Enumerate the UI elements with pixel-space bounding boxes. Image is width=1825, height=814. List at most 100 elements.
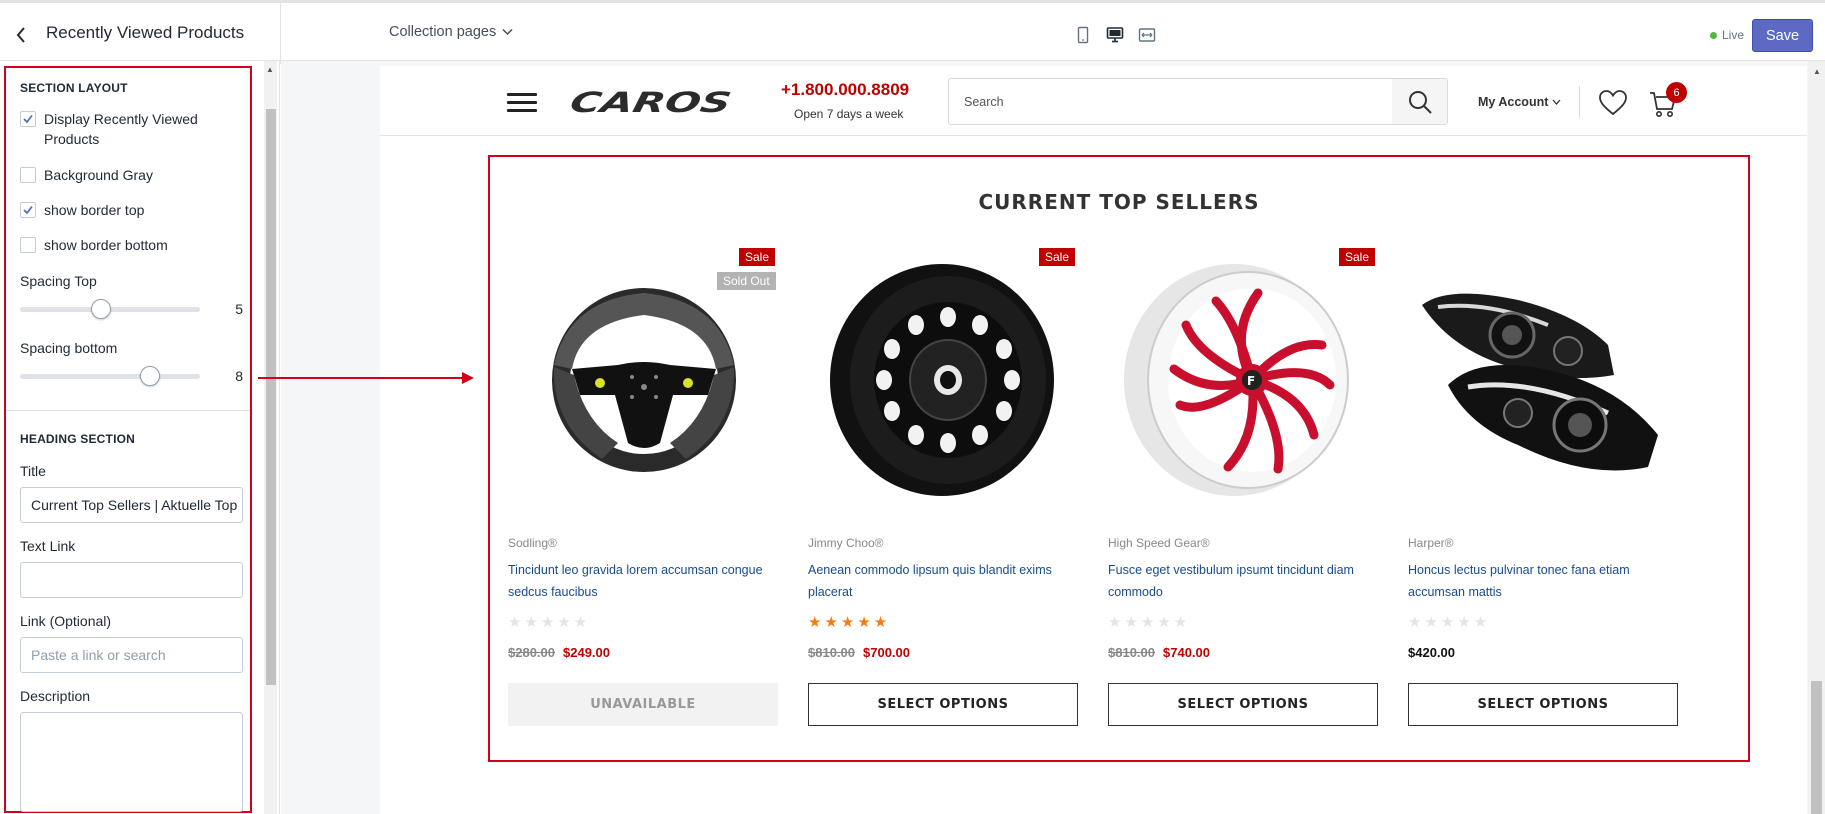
full-width-view-icon[interactable] xyxy=(1136,23,1158,47)
section-layout-heading: SECTION LAYOUT xyxy=(20,81,128,95)
cart-count-badge: 6 xyxy=(1666,82,1687,103)
star-icon: ★★★★★ xyxy=(808,614,891,631)
star-icon: ★★★★★ xyxy=(1108,614,1191,631)
live-dot-icon xyxy=(1710,31,1717,39)
store-search-input[interactable] xyxy=(948,78,1448,125)
star-icon: ★★★★★ xyxy=(1408,614,1491,631)
spacing-top-label: Spacing Top xyxy=(20,273,97,289)
product-title-link[interactable]: Honcus lectus pulvinar tonec fana etiam … xyxy=(1408,559,1678,603)
sale-badge: Sale xyxy=(1339,248,1376,266)
menu-icon[interactable] xyxy=(507,93,537,113)
editor-topbar: Recently Viewed Products Collection page… xyxy=(0,0,1825,66)
slider-track xyxy=(20,374,200,379)
product-image-steel-wheel[interactable] xyxy=(808,245,1080,515)
description-label: Description xyxy=(20,688,91,704)
page-type-label: Collection pages xyxy=(389,24,497,40)
back-arrow-icon[interactable] xyxy=(14,25,28,45)
product-price: $810.00 $740.00 xyxy=(1108,645,1210,660)
desktop-view-icon[interactable] xyxy=(1098,23,1132,66)
checkbox-display-recently-viewed[interactable]: Display Recently Viewed Products xyxy=(20,109,240,149)
page-type-select[interactable]: Collection pages xyxy=(389,24,513,40)
slider-thumb[interactable] xyxy=(91,299,111,319)
product-rating: ★★★★★ xyxy=(508,613,590,631)
product-card: F Sale High Speed Gear® Fusce eget vesti… xyxy=(1108,245,1380,745)
spacing-bottom-slider[interactable] xyxy=(20,366,200,386)
wishlist-heart-icon[interactable] xyxy=(1598,89,1628,117)
settings-panel: ▲ SECTION LAYOUT Display Recently Viewed… xyxy=(0,61,280,814)
sale-price: $740.00 xyxy=(1163,645,1210,660)
compare-price: $280.00 xyxy=(508,645,555,660)
checkmark-icon xyxy=(23,114,33,124)
unavailable-button: UNAVAILABLE xyxy=(508,683,778,726)
checkbox-border-bottom[interactable]: show border bottom xyxy=(20,235,240,255)
product-rating: ★★★★★ xyxy=(1108,613,1190,631)
checkbox-label: show border top xyxy=(44,202,145,218)
product-rating: ★★★★★ xyxy=(808,613,890,631)
product-vendor: Jimmy Choo® xyxy=(808,536,884,550)
rim-logo-glyph: F xyxy=(1247,374,1255,388)
store-logo-text: CAROS xyxy=(568,87,734,117)
scroll-up-icon[interactable]: ▲ xyxy=(1813,67,1821,76)
store-phone[interactable]: +1.800.000.8809 xyxy=(781,80,909,100)
preview-scrollbar[interactable]: ▲ xyxy=(1808,61,1825,814)
title-label: Title xyxy=(20,463,46,479)
checkbox-display-recently-viewed-box[interactable] xyxy=(20,111,36,127)
chevron-down-icon xyxy=(502,28,513,36)
checkbox-border-bottom-box[interactable] xyxy=(20,237,36,253)
section-title: CURRENT TOP SELLERS xyxy=(978,190,1260,214)
my-account-label: My Account xyxy=(1478,95,1549,109)
product-card: Harper® Honcus lectus pulvinar tonec fan… xyxy=(1408,245,1680,745)
sale-price: $249.00 xyxy=(563,645,610,660)
scroll-up-icon[interactable]: ▲ xyxy=(266,65,274,74)
divider xyxy=(1579,86,1580,118)
product-card: Sale Jimmy Choo® Aenean commodo lipsum q… xyxy=(808,245,1080,745)
mobile-view-icon[interactable] xyxy=(1072,23,1094,47)
select-options-button[interactable]: SELECT OPTIONS xyxy=(808,683,1078,726)
spacing-bottom-label: Spacing bottom xyxy=(20,340,118,356)
device-switcher xyxy=(1072,23,1158,66)
slider-thumb[interactable] xyxy=(139,366,160,386)
product-price: $280.00 $249.00 xyxy=(508,645,610,660)
annotation-arrow-icon xyxy=(258,372,474,384)
product-title-link[interactable]: Fusce eget vestibulum ipsumt tincidunt d… xyxy=(1108,559,1378,603)
preview-scrollbar-thumb[interactable] xyxy=(1811,681,1822,814)
product-image-red-rim[interactable]: F xyxy=(1108,245,1380,515)
divider xyxy=(280,3,281,64)
regular-price: $420.00 xyxy=(1408,645,1455,660)
product-card: Sale Sold Out Sodling® Tincidunt leo gra… xyxy=(508,245,780,745)
select-options-button[interactable]: SELECT OPTIONS xyxy=(1108,683,1378,726)
store-search-placeholder: Search xyxy=(964,95,1004,109)
checkbox-label: show border bottom xyxy=(44,237,168,253)
text-link-input[interactable] xyxy=(20,562,243,598)
sold-out-badge: Sold Out xyxy=(717,272,776,290)
product-title-link[interactable]: Aenean commodo lipsum quis blandit exims… xyxy=(808,559,1078,603)
my-account-menu[interactable]: My Account xyxy=(1478,95,1561,109)
product-title-link[interactable]: Tincidunt leo gravida lorem accumsan con… xyxy=(508,559,778,603)
star-icon: ★★★★★ xyxy=(508,614,591,631)
title-input[interactable]: Current Top Sellers | Aktuelle Top xyxy=(20,487,243,523)
heading-section-heading: HEADING SECTION xyxy=(20,432,136,446)
spacing-bottom-value: 8 xyxy=(235,368,243,384)
select-options-button[interactable]: SELECT OPTIONS xyxy=(1408,683,1678,726)
sale-badge: Sale xyxy=(739,248,776,266)
checkbox-border-top-box[interactable] xyxy=(20,202,36,218)
product-image-headlights[interactable] xyxy=(1408,245,1680,515)
spacing-top-slider[interactable] xyxy=(20,299,200,319)
chevron-down-icon xyxy=(1552,99,1561,105)
description-textarea[interactable] xyxy=(20,712,243,812)
search-icon[interactable] xyxy=(1392,79,1447,124)
settings-scrollbar-thumb[interactable] xyxy=(266,109,276,685)
checkbox-label: Display Recently Viewed Products xyxy=(44,111,198,147)
checkbox-label: Background Gray xyxy=(44,167,153,183)
sale-price: $700.00 xyxy=(863,645,910,660)
checkbox-background-gray[interactable]: Background Gray xyxy=(20,165,240,185)
link-input[interactable]: Paste a link or search xyxy=(20,637,243,673)
checkbox-border-top[interactable]: show border top xyxy=(20,200,240,220)
store-logo[interactable]: CAROS xyxy=(568,87,738,117)
live-label: Live xyxy=(1722,28,1745,42)
product-vendor: Harper® xyxy=(1408,536,1454,550)
save-button[interactable]: Save xyxy=(1752,19,1813,52)
text-link-label: Text Link xyxy=(20,538,76,554)
product-price: $420.00 xyxy=(1408,645,1455,660)
checkbox-background-gray-box[interactable] xyxy=(20,167,36,183)
